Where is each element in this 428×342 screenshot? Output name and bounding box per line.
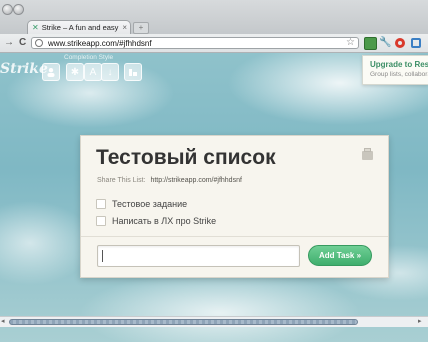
red-circle-icon[interactable] [395, 38, 405, 48]
browser-titlebar: ✕ Strike – A fun and easy way t × + [0, 0, 428, 35]
forward-icon[interactable]: → [4, 37, 14, 48]
scroll-left-icon[interactable]: ◂ [1, 317, 5, 325]
add-task-button[interactable]: Add Task » [308, 245, 372, 266]
arrow-down-icon[interactable]: ↓ [101, 63, 119, 81]
star-icon[interactable]: ☆ [346, 37, 355, 49]
task-label: Тестовое задание [112, 199, 188, 209]
sort-icon[interactable] [124, 63, 142, 81]
scroll-right-icon[interactable]: ▸ [418, 317, 422, 325]
address-bar[interactable]: www.strikeapp.com/#jfhhdsnf ☆ [31, 37, 359, 49]
share-link: Share This List: http://strikeapp.com/#j… [97, 177, 242, 184]
address-text: www.strikeapp.com/#jfhhdsnf [48, 39, 152, 48]
sparkle-icon[interactable]: ✱ [66, 63, 84, 81]
globe-icon [35, 39, 43, 47]
page-viewport: Strike Completion Style ✱ A ↓ Upgrade to… [0, 53, 428, 342]
strike-favicon: ✕ [32, 23, 39, 32]
text-caret [102, 250, 103, 262]
task-label: Написать в ЛХ про Strike [112, 216, 217, 226]
print-icon[interactable] [362, 148, 373, 160]
letter-a-icon[interactable]: A [84, 63, 102, 81]
add-task-row: Add Task » [81, 237, 388, 277]
tab-title: Strike – A fun and easy way t [41, 23, 120, 32]
scrollbar-thumb[interactable] [9, 319, 358, 325]
new-task-input[interactable] [97, 245, 300, 267]
list-card: Тестовый список Share This List: http://… [80, 135, 389, 278]
upgrade-title: Upgrade to Reso [370, 60, 428, 69]
person-icon[interactable] [42, 63, 60, 81]
share-label: Share This List: [97, 177, 146, 184]
share-url[interactable]: http://strikeapp.com/#jfhhdsnf [150, 177, 241, 184]
green-extension-icon[interactable] [364, 37, 377, 50]
window-minimize-button[interactable] [13, 4, 24, 15]
task-checkbox[interactable] [96, 199, 106, 209]
horizontal-scrollbar[interactable]: ◂ ▸ [0, 316, 428, 327]
task-checkbox[interactable] [96, 216, 106, 226]
blue-square-icon[interactable] [411, 38, 421, 48]
browser-tab[interactable]: ✕ Strike – A fun and easy way t × [27, 20, 131, 34]
task-item[interactable]: Написать в ЛХ про Strike [96, 215, 216, 227]
tab-close-icon[interactable]: × [122, 23, 127, 32]
upgrade-subtitle: Group lists, collaborat [370, 71, 428, 78]
browser-toolbar: → C www.strikeapp.com/#jfhhdsnf ☆ 🔧 [0, 34, 428, 53]
new-tab-button[interactable]: + [133, 22, 149, 34]
strike-logo: Strike [0, 61, 48, 77]
wrench-icon[interactable]: 🔧 [379, 37, 391, 48]
window-close-button[interactable] [2, 4, 13, 15]
upgrade-banner[interactable]: Upgrade to Reso Group lists, collaborat [362, 55, 428, 85]
list-title[interactable]: Тестовый список [96, 146, 276, 170]
completion-style-label: Completion Style [64, 54, 114, 61]
task-item[interactable]: Тестовое задание [96, 198, 187, 210]
reload-icon[interactable]: C [19, 37, 26, 48]
